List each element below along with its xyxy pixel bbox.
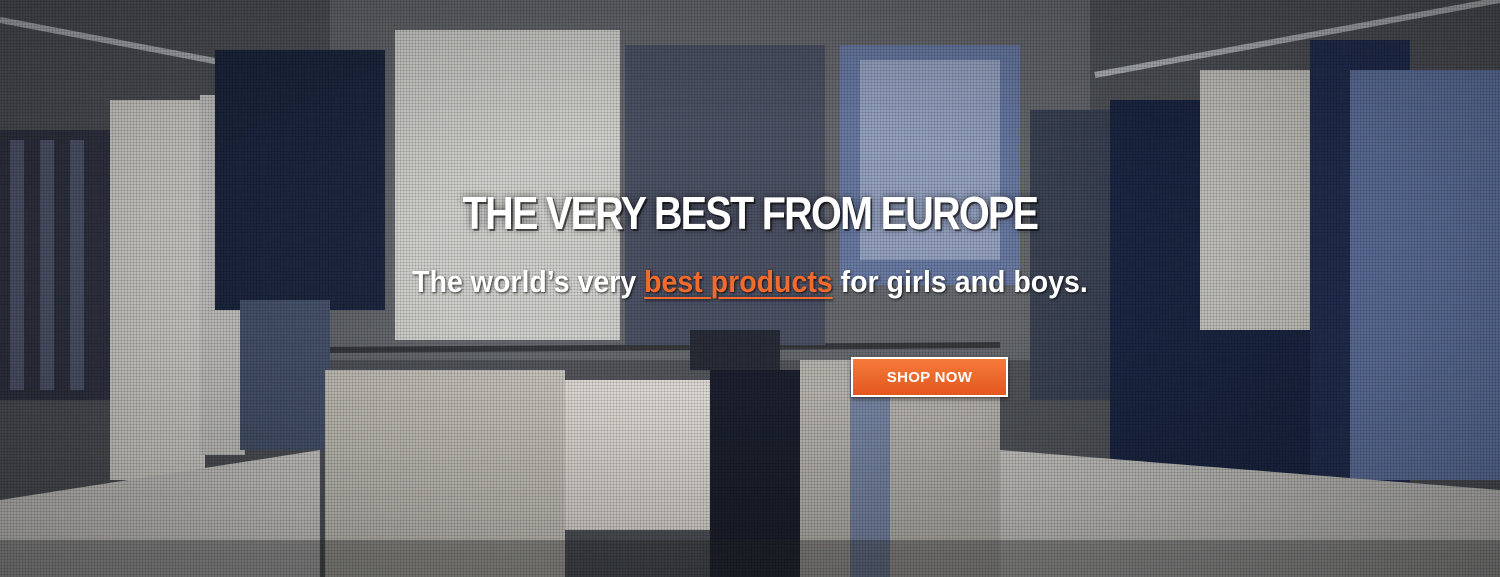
banner-headline: THE VERY BEST FROM EUROPE (462, 187, 1039, 239)
subline-text-before: The world’s very (412, 264, 645, 299)
shop-now-button[interactable]: SHOP NOW (851, 357, 1008, 397)
subline-text-after: for girls and boys. (832, 264, 1088, 299)
hero-banner: THE VERY BEST FROM EUROPE The world’s ve… (0, 0, 1500, 577)
banner-subline: The world’s very best products for girls… (60, 264, 1440, 300)
best-products-link[interactable]: best products (644, 264, 833, 299)
banner-content: THE VERY BEST FROM EUROPE The world’s ve… (0, 0, 1500, 577)
